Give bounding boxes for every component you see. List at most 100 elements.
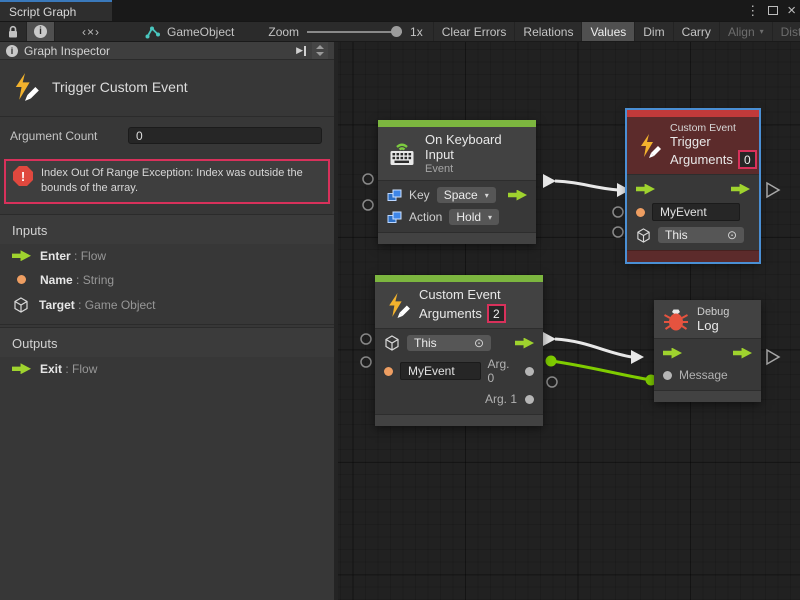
zoom-slider[interactable]: [307, 31, 402, 33]
node-error-bar: [627, 110, 759, 117]
target-picker-icon[interactable]: ⊙: [474, 336, 484, 350]
argument-count-input[interactable]: 0: [128, 127, 322, 144]
graph-inspector-title: Graph Inspector: [24, 44, 110, 58]
zoom-control: Zoom 1x: [258, 22, 433, 41]
flow-out-port[interactable]: [508, 190, 527, 201]
dim-button[interactable]: Dim: [635, 22, 673, 41]
node-title: On Keyboard Input: [425, 132, 527, 162]
chevron-down-icon: ▾: [485, 191, 489, 200]
graph-toolbar: i ‹×› GameObject Zoom 1x Clear Errors Re…: [0, 21, 800, 42]
node-category: Custom Event: [670, 122, 757, 134]
inspector-toggle-button[interactable]: i: [27, 22, 55, 41]
action-dropdown[interactable]: Hold▾: [449, 209, 499, 225]
zoom-slider-knob[interactable]: [391, 26, 402, 37]
code-icon: ‹×›: [82, 25, 100, 39]
graph-inspector-header: i Graph Inspector ▶: [0, 42, 334, 60]
node-title: Log: [697, 318, 729, 333]
window-controls: ⋮ ×: [746, 0, 796, 21]
zoom-value: 1x: [410, 25, 423, 39]
node-title: Trigger: [670, 134, 757, 149]
key-label: Key: [409, 188, 430, 202]
tab-script-graph[interactable]: Script Graph: [0, 0, 112, 21]
key-dropdown[interactable]: Space▾: [437, 187, 496, 203]
event-name-field[interactable]: MyEvent: [652, 203, 740, 221]
node-header[interactable]: Debug Log: [654, 300, 761, 338]
graph-canvas[interactable]: On Keyboard Input Event Key Space▾: [338, 42, 800, 600]
values-button[interactable]: Values: [582, 22, 635, 41]
panel-stepper[interactable]: [312, 42, 328, 59]
titlebar: Script Graph ⋮ ×: [0, 0, 800, 21]
dock-panel-icon[interactable]: ▶: [296, 45, 306, 56]
lock-icon: [7, 25, 19, 39]
node-debug-log[interactable]: Debug Log Message: [654, 300, 761, 402]
code-view-button[interactable]: ‹×›: [75, 22, 107, 41]
arguments-count-field[interactable]: 0: [738, 150, 757, 169]
align-button[interactable]: Align▾: [720, 22, 773, 41]
output-row-exit: Exit : Flow: [0, 357, 334, 381]
chevron-down-icon: ▾: [488, 213, 492, 222]
node-color-bar: [378, 120, 536, 127]
node-on-keyboard-input[interactable]: On Keyboard Input Event Key Space▾: [378, 120, 536, 244]
distribute-button[interactable]: Distribute▾: [773, 22, 800, 41]
node-footer: [627, 250, 759, 262]
node-header[interactable]: On Keyboard Input Event: [378, 127, 536, 180]
arg1-label: Arg. 1: [485, 392, 517, 406]
target-dropdown[interactable]: This ⊙: [407, 335, 491, 351]
wire-start-arrow: [543, 174, 556, 188]
message-label: Message: [679, 368, 728, 382]
chevron-down-icon: ▾: [760, 27, 764, 36]
port-trigger-exit: [767, 183, 779, 197]
node-trigger-custom-event[interactable]: Custom Event Trigger Arguments 0: [627, 110, 759, 262]
gameobject-cube-icon: [636, 228, 651, 243]
wire-keyboard-to-trigger: [555, 181, 618, 190]
node-subtitle: Event: [425, 163, 527, 175]
target-dropdown[interactable]: This ⊙: [658, 227, 744, 243]
gameobject-label: GameObject: [167, 25, 234, 39]
menu-icon[interactable]: ⋮: [746, 4, 759, 17]
input-row-target: Target : Game Object: [0, 292, 334, 318]
error-message-box: ! Index Out Of Range Exception: Index wa…: [4, 159, 330, 204]
port-arg1-out: [547, 377, 557, 387]
arguments-count-field[interactable]: 2: [487, 304, 506, 323]
node-header[interactable]: Custom Event Arguments 2: [375, 282, 543, 328]
wire-start-arrow: [543, 332, 556, 346]
wire-event-to-debug: [555, 339, 632, 357]
string-port-icon: [636, 208, 645, 217]
node-title: Custom Event: [419, 287, 506, 302]
arg0-label: Arg. 0: [488, 357, 518, 385]
step-up-icon[interactable]: [316, 45, 324, 49]
script-graph-window: Script Graph ⋮ × i ‹×› GameObject Zoom: [0, 0, 800, 600]
custom-event-icon: [636, 133, 662, 159]
clear-errors-button[interactable]: Clear Errors: [434, 22, 516, 41]
wire-end-arrow: [631, 350, 644, 364]
node-custom-event[interactable]: Custom Event Arguments 2 This: [375, 275, 543, 426]
node-header[interactable]: Custom Event Trigger Arguments 0: [627, 117, 759, 174]
info-icon: i: [34, 25, 47, 38]
unit-title-block: Trigger Custom Event: [0, 60, 334, 117]
close-icon[interactable]: ×: [787, 3, 796, 18]
port-event-name: [361, 357, 371, 367]
flow-in-port[interactable]: [636, 184, 655, 195]
target-picker-icon[interactable]: ⊙: [727, 228, 737, 242]
carry-button[interactable]: Carry: [674, 22, 720, 41]
relations-button[interactable]: Relations: [515, 22, 582, 41]
flow-in-port[interactable]: [663, 348, 682, 359]
arguments-label: Arguments: [419, 306, 482, 321]
flow-out-port[interactable]: [731, 184, 750, 195]
message-port[interactable]: [663, 371, 672, 380]
flow-out-port[interactable]: [515, 338, 534, 349]
arg0-port[interactable]: [525, 367, 534, 376]
node-category: Debug: [697, 306, 729, 318]
flow-out-port[interactable]: [733, 348, 752, 359]
arg1-port[interactable]: [525, 395, 534, 404]
port-event-target: [361, 334, 371, 344]
flow-arrow-icon: [12, 363, 31, 374]
step-down-icon[interactable]: [316, 52, 324, 56]
inputs-section-header: Inputs: [0, 214, 334, 244]
event-name-field[interactable]: MyEvent: [400, 362, 481, 380]
gameobject-selector[interactable]: GameObject: [135, 22, 244, 41]
lock-button[interactable]: [0, 22, 27, 41]
node-footer: [378, 232, 536, 244]
input-row-name: Name : String: [0, 268, 334, 292]
maximize-icon[interactable]: [768, 6, 778, 15]
